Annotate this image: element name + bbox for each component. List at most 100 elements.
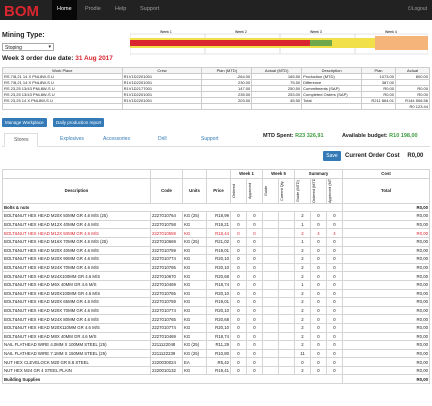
ordered-input-cell[interactable]: 0 <box>230 279 247 290</box>
table-row[interactable]: BOLT&NUT HEX HEAD M20X 65MM GR 4.6 M/S 22… <box>2 297 430 307</box>
table-cell: EA <box>182 357 207 367</box>
table-cell: R0,00 <box>342 288 430 299</box>
ordered-input-cell[interactable]: 0 <box>230 228 247 238</box>
save-button[interactable]: Save <box>323 151 341 161</box>
mining-type-value: Stoping <box>5 45 22 51</box>
table-cell: 0 <box>246 211 263 221</box>
table-cell: BOLT&NUT HEX HEAD M6X 40MM GR 4.6 M/S <box>2 279 151 290</box>
tab-support[interactable]: Support <box>201 136 219 142</box>
tab-accessories[interactable]: Accessories <box>103 136 130 142</box>
summary-cell: R0 123.44 <box>395 103 430 110</box>
tab-stores[interactable]: Stores <box>4 133 39 147</box>
table-row[interactable]: BOLT&NUT HEX HEAD M20X100MM GR 4.6 M/S 22… <box>2 288 430 299</box>
table-cell: R10,80 <box>206 348 231 359</box>
table-cell: 0 <box>310 340 327 350</box>
table-row[interactable]: NUT HEX CLEVELOCK M20 GR 8.8 STEEL 222003… <box>2 357 430 367</box>
ordered-input-cell[interactable]: 0 <box>230 219 247 230</box>
table-row[interactable]: BOLT&NUT HEX HEAD M20X110MM GR 4.6 M/S 22… <box>2 322 430 333</box>
ordered-input-cell[interactable]: 0 <box>230 236 247 247</box>
ordered-input-cell[interactable]: 0 <box>230 357 247 367</box>
tab-drill[interactable]: Drill <box>158 136 167 142</box>
table-row[interactable]: BOLT&NUT HEX HEAD M20X 50MM GR 4.6 M/S (… <box>2 211 430 221</box>
ordered-input-cell[interactable]: 0 <box>230 245 247 256</box>
table-row[interactable]: BOLT&NUT HEX HEAD M12X 50MM GR 4.6 M/S 22… <box>2 228 430 238</box>
ordered-input-cell[interactable]: 0 <box>230 271 247 281</box>
table-cell: 2227010669 <box>150 236 183 247</box>
ordered-input-cell[interactable]: 0 <box>230 365 247 376</box>
table-cell: KG <box>182 314 207 324</box>
table-cell: 0 <box>310 365 327 376</box>
daily-production-report-button[interactable]: Daily production report <box>53 118 105 127</box>
navbar: BOM Home Prodie Help Support ⏻Logout <box>0 0 432 20</box>
nav-prodie[interactable]: Prodie <box>85 6 101 12</box>
table-row[interactable]: BOLT&NUT HEX HEAD M20X 70MM GR 4.6 M/S 22… <box>2 305 430 316</box>
table-cell: NAIL FLATHEAD WIRE 4.0MM X 100MM STEEL (… <box>2 340 151 350</box>
table-row[interactable]: NUT HEX M24 GR 4 STEEL PLAIN 2220010132 KG… <box>2 365 430 376</box>
ordered-input-cell[interactable]: 0 <box>230 288 247 299</box>
table-cell: BOLT&NUT HEX HEAD M20X 90MM GR 4.6 M/S <box>2 254 151 264</box>
table-cell: 2227010774 <box>150 305 183 316</box>
table-cell: 0 <box>294 357 311 367</box>
gantt-bar-red <box>130 40 310 46</box>
table-cell: KG <box>182 245 207 256</box>
table-cell <box>278 331 295 342</box>
table-cell: 0 <box>246 271 263 281</box>
table-cell: 1 <box>294 219 311 230</box>
week-label-1: Week 1 <box>160 30 172 34</box>
bom-logo[interactable]: BOM <box>3 2 49 18</box>
ordered-input-cell[interactable]: 0 <box>230 305 247 316</box>
table-row[interactable]: BOLT&NUT HEX HEAD M16X 70MM GR 4.6 M/S (… <box>2 236 430 247</box>
table-row[interactable]: BOLT&NUT HEX HEAD M6X 40MM GR 4.6 M/S 222… <box>2 279 430 290</box>
table-cell: 0 <box>310 314 327 324</box>
column-header: Ordered <box>232 183 236 198</box>
table-row[interactable]: BOLT&NUT HEX HEAD M24X 80MM GR 4.6 M/S 22… <box>2 314 430 324</box>
tab-explosives[interactable]: Explosives <box>60 136 84 142</box>
mining-type-label: Mining Type: <box>2 32 45 39</box>
table-row[interactable]: BOLT&NUT HEX HEAD M24X 70MM GR 4.6 M/S 22… <box>2 262 430 273</box>
table-cell <box>262 236 279 247</box>
mining-type-select[interactable]: Stoping ▾ <box>2 43 54 51</box>
manage-workplace-button[interactable]: Manage Workplace <box>2 118 47 127</box>
table-cell <box>262 365 279 376</box>
summary-row: R0 123.44 <box>2 103 430 110</box>
table-cell: R18,74 <box>206 279 231 290</box>
table-cell: 0 <box>246 236 263 247</box>
table-cell: R0,00 <box>342 245 430 256</box>
table-cell: 0 <box>310 279 327 290</box>
table-cell: 0 <box>310 271 327 281</box>
table-row[interactable]: NAIL FLATHEAD WIRE 7.1MM X 150MM STEEL (… <box>2 348 430 359</box>
nav-home[interactable]: Home <box>52 0 77 20</box>
table-cell <box>278 348 295 359</box>
table-cell: 2227010759 <box>150 245 183 256</box>
table-row[interactable]: BOLT&NUT HEX HEAD M20X 90MM GR 4.6 M/S 22… <box>2 254 430 264</box>
table-cell: R0,00 <box>342 262 430 273</box>
table-cell: BOLT&NUT HEX HEAD M8X 40MM GR 4.6 M/S <box>2 331 151 342</box>
ordered-input-cell[interactable]: 0 <box>230 340 247 350</box>
ordered-input-cell[interactable]: 0 <box>230 314 247 324</box>
table-row[interactable]: BOLT&NUT HEX HEAD M20X 40MM GR 4.6 M/S 22… <box>2 245 430 256</box>
table-row[interactable]: BOLT&NUT HEX HEAD M8X 40MM GR 4.6 M/S 222… <box>2 331 430 342</box>
column-header: Code <box>150 177 183 204</box>
table-cell: 0 <box>326 348 343 359</box>
category-row-building: Building Supplies R0,00 <box>2 374 430 385</box>
gantt-bar-green <box>310 40 332 46</box>
ordered-input-cell[interactable]: 0 <box>230 211 247 221</box>
ordered-input-cell[interactable]: 0 <box>230 262 247 273</box>
table-row[interactable]: BOLT&NUT HEX HEAD M24X100MM GR 4.6 M/S 22… <box>2 271 430 281</box>
nav-help[interactable]: Help <box>115 6 126 12</box>
table-row[interactable]: BOLT&NUT HEX HEAD M12X 40MM GR 4.6 M/S 22… <box>2 219 430 230</box>
logout-link[interactable]: ⏻Logout <box>408 6 427 12</box>
nav-support[interactable]: Support <box>140 6 159 12</box>
ordered-input-cell[interactable]: 0 <box>230 322 247 333</box>
available-budget: Available budget: R10 198,00 <box>342 133 418 139</box>
ordered-input-cell[interactable]: 0 <box>230 331 247 342</box>
table-cell: 0 <box>310 211 327 221</box>
ordered-input-cell[interactable]: 0 <box>230 297 247 307</box>
table-row[interactable]: NAIL FLATHEAD WIRE 4.0MM X 100MM STEEL (… <box>2 340 430 350</box>
table-cell <box>262 331 279 342</box>
ordered-input-cell[interactable]: 0 <box>230 254 247 264</box>
ordered-input-cell[interactable]: 0 <box>230 348 247 359</box>
category-label: Building Supplies <box>2 374 343 385</box>
table-cell: R0,00 <box>342 211 430 221</box>
table-cell: R0,00 <box>342 322 430 333</box>
